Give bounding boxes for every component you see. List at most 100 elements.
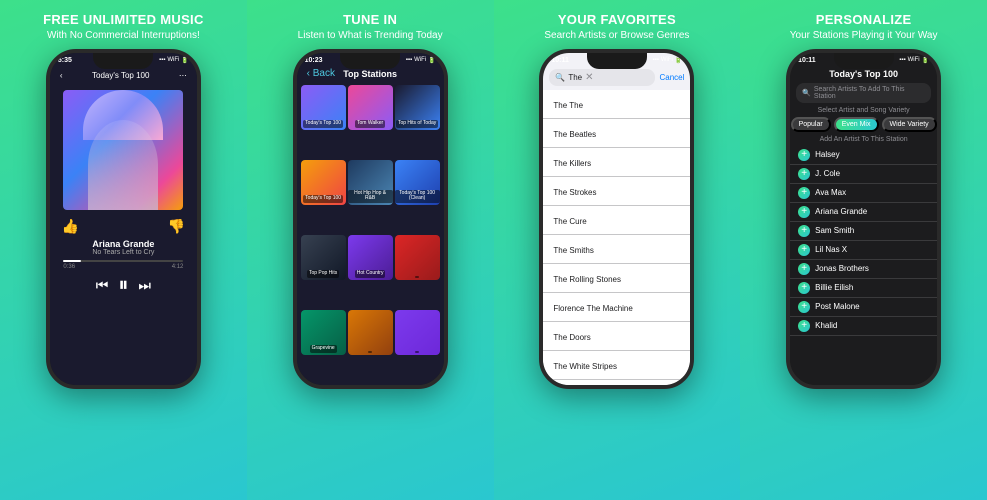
station-tile-9[interactable]: Grapevine <box>301 310 346 355</box>
search-input-box[interactable]: 🔍 The ✕ <box>549 69 655 86</box>
station-label-4: Hot Hip Hop & R&B <box>348 190 393 203</box>
status-time-4: 10:11 <box>798 57 816 64</box>
track-info: Ariana Grande No Tears Left to Cry <box>92 239 154 256</box>
station-tile-10[interactable] <box>348 310 393 355</box>
station-tile-6[interactable]: Top Pop Hits <box>301 235 346 280</box>
back-button-2[interactable]: ‹ Back <box>307 68 335 79</box>
signal-icon: ▪▪▪ <box>159 57 165 63</box>
battery-icon: 🔋 <box>181 57 188 64</box>
thumbs-up-icon[interactable]: 👍 <box>62 218 79 235</box>
result-text: The Strokes <box>553 188 596 197</box>
add-artist-icon[interactable]: + <box>798 187 810 199</box>
personalize-header: Today's Top 100 <box>790 69 937 79</box>
add-artist-icon[interactable]: + <box>798 263 810 275</box>
station-tile-7[interactable]: Hot Country <box>348 235 393 280</box>
artist-item[interactable]: + Sam Smith <box>790 222 937 241</box>
personalize-search-box[interactable]: 🔍 Search Artists To Add To This Station <box>796 83 931 103</box>
variety-buttons: Popular Even Mix Wide Variety <box>790 117 937 132</box>
artist-item[interactable]: + Billie Eilish <box>790 279 937 298</box>
variety-widevariety-button[interactable]: Wide Variety <box>882 117 937 132</box>
status-icons-4: ▪▪▪ WiFi 🔋 <box>899 57 929 64</box>
panel-1-heading: FREE UNLIMITED MUSIC With No Commercial … <box>43 12 204 41</box>
search-favorites-screen: 10:11 ▪▪▪ WiFi 🔋 🔍 The ✕ Cancel <box>543 53 690 385</box>
signal-icon-4: ▪▪▪ <box>899 57 905 63</box>
add-artist-icon[interactable]: + <box>798 282 810 294</box>
station-tile-2[interactable]: Top Hits of Today <box>395 85 440 130</box>
phone-screen-4: 10:11 ▪▪▪ WiFi 🔋 Today's Top 100 🔍 Searc… <box>790 53 937 385</box>
list-item[interactable]: Florence The Machine <box>543 293 690 322</box>
artist-item[interactable]: + Khalid <box>790 317 937 336</box>
thumb-buttons: 👍 👎 <box>50 218 197 235</box>
time-current: 0:36 <box>63 264 75 270</box>
wifi-icon-4: WiFi <box>908 57 920 63</box>
artist-item[interactable]: + Lil Nas X <box>790 241 937 260</box>
result-text: The Killers <box>553 159 591 168</box>
station-tile-1[interactable]: Tom Walker <box>348 85 393 130</box>
artist-name: Ariana Grande <box>815 207 867 216</box>
artist-item[interactable]: + J. Cole <box>790 165 937 184</box>
add-artist-icon[interactable]: + <box>798 206 810 218</box>
list-item[interactable]: The Rolling Stones <box>543 264 690 293</box>
station-tile-4[interactable]: Hot Hip Hop & R&B <box>348 160 393 205</box>
add-artist-label: Add An Artist To This Station <box>790 136 937 143</box>
station-tile-5[interactable]: Today's Top 100 (Clean) <box>395 160 440 205</box>
personalize-screen: 10:11 ▪▪▪ WiFi 🔋 Today's Top 100 🔍 Searc… <box>790 53 937 385</box>
variety-evenmix-button[interactable]: Even Mix <box>834 117 879 132</box>
album-art <box>63 90 183 210</box>
thumbs-down-icon[interactable]: 👎 <box>167 218 184 235</box>
list-item[interactable]: The White Stripes <box>543 351 690 380</box>
wifi-icon: WiFi <box>167 57 179 63</box>
station-label-7: Hot Country <box>355 270 386 278</box>
skip-forward-icon[interactable]: ⏭ <box>138 277 151 294</box>
player-header: ‹ Today's Top 100 ⋯ <box>50 71 197 86</box>
add-artist-icon[interactable]: + <box>798 225 810 237</box>
add-artist-icon[interactable]: + <box>798 168 810 180</box>
artist-item[interactable]: + Ariana Grande <box>790 203 937 222</box>
artist-item[interactable]: + Post Malone <box>790 298 937 317</box>
list-item[interactable]: The The <box>543 90 690 119</box>
station-tile-3[interactable]: Today's Top 100 <box>301 160 346 205</box>
station-tile-0[interactable]: Today's Top 100 <box>301 85 346 130</box>
station-label-2: Top Hits of Today <box>396 120 438 128</box>
artist-item[interactable]: + Halsey <box>790 146 937 165</box>
station-tile-8[interactable] <box>395 235 440 280</box>
signal-icon-3: ▪▪▪ <box>653 57 659 63</box>
result-text: The Cure <box>553 217 586 226</box>
add-artist-icon[interactable]: + <box>798 320 810 332</box>
search-icon: 🔍 <box>555 73 565 82</box>
add-artist-icon[interactable]: + <box>798 244 810 256</box>
clear-search-icon[interactable]: ✕ <box>585 72 593 83</box>
list-item[interactable]: Queens of the Stone Age <box>543 380 690 385</box>
panel-4-heading: PERSONALIZE Your Stations Playing it You… <box>790 12 938 41</box>
artist-name: Post Malone <box>815 302 859 311</box>
artist-item[interactable]: + Jonas Brothers <box>790 260 937 279</box>
list-item[interactable]: The Strokes <box>543 177 690 206</box>
list-item[interactable]: The Killers <box>543 148 690 177</box>
progress-track[interactable] <box>63 260 183 262</box>
add-artist-icon[interactable]: + <box>798 301 810 313</box>
progress-container: 0:36 4:12 <box>63 260 183 270</box>
menu-icon[interactable]: ⋯ <box>179 71 187 86</box>
wifi-icon-3: WiFi <box>661 57 673 63</box>
panel-4-subtitle: Your Stations Playing it Your Way <box>790 30 938 41</box>
list-item[interactable]: The Beatles <box>543 119 690 148</box>
time-total: 4:12 <box>172 264 184 270</box>
stations-grid: Today's Top 100 Tom Walker Top Hits of T… <box>297 83 444 385</box>
add-artist-icon[interactable]: + <box>798 149 810 161</box>
list-item[interactable]: The Doors <box>543 322 690 351</box>
artist-name: Lil Nas X <box>815 245 847 254</box>
station-tile-11[interactable] <box>395 310 440 355</box>
panel-2-subtitle: Listen to What is Trending Today <box>298 30 443 41</box>
artist-item[interactable]: + Ava Max <box>790 184 937 203</box>
list-item[interactable]: The Cure <box>543 206 690 235</box>
result-text: The Beatles <box>553 130 596 139</box>
back-icon[interactable]: ‹ <box>60 71 63 86</box>
list-item[interactable]: The Smiths <box>543 235 690 264</box>
skip-back-icon[interactable]: ⏮ <box>96 277 109 294</box>
search-current-value: The <box>568 73 582 82</box>
station-label-0: Today's Top 100 <box>303 120 343 128</box>
artist-name: Sam Smith <box>815 226 854 235</box>
variety-popular-button[interactable]: Popular <box>791 117 831 132</box>
pause-icon[interactable]: ⏸ <box>118 274 128 297</box>
cancel-search-button[interactable]: Cancel <box>659 73 684 82</box>
